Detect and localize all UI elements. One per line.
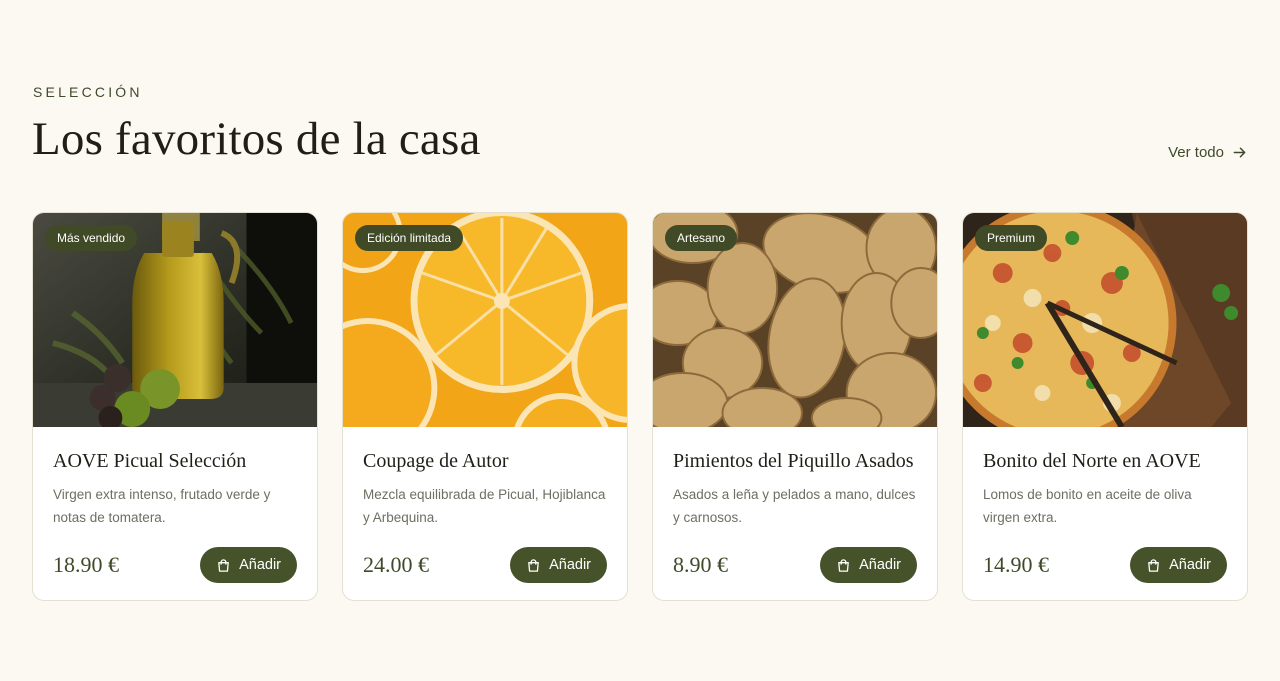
add-to-cart-label: Añadir [859, 557, 901, 573]
add-to-cart-label: Añadir [549, 557, 591, 573]
product-description: Lomos de bonito en aceite de oliva virge… [983, 487, 1192, 525]
product-card[interactable]: Premium Bonito del Norte en AOVE Lomos d… [962, 212, 1248, 601]
add-to-cart-button[interactable]: Añadir [1130, 547, 1227, 583]
featured-products-section: SELECCIÓN Los favoritos de la casa Ver t… [0, 0, 1280, 681]
product-price: 18.90 € [53, 552, 119, 577]
shopping-bag-icon [528, 558, 539, 572]
shopping-bag-icon [1148, 558, 1159, 572]
product-name[interactable]: Pimientos del Piquillo Asados [673, 449, 917, 473]
product-price: 8.90 € [673, 552, 728, 577]
product-description: Virgen extra intenso, frutado verde y no… [53, 487, 271, 525]
shopping-bag-icon [838, 558, 849, 572]
shopping-bag-icon [218, 558, 229, 572]
product-image-oranges[interactable]: Edición limitada [343, 213, 627, 427]
product-image-olive-oil[interactable]: Más vendido [33, 213, 317, 427]
product-price: 14.90 € [983, 552, 1049, 577]
add-to-cart-button[interactable]: Añadir [820, 547, 917, 583]
view-all-link[interactable]: Ver todo [1168, 144, 1247, 161]
section-title: Los favoritos de la casa [32, 113, 481, 165]
product-description: Asados a leña y pelados a mano, dulces y… [673, 487, 916, 525]
product-name[interactable]: Bonito del Norte en AOVE [983, 449, 1227, 473]
product-image-potatoes[interactable]: Artesano [653, 213, 937, 427]
product-card[interactable]: Artesano Pimientos del Piquillo Asados A… [652, 212, 938, 601]
product-price: 24.00 € [363, 552, 429, 577]
product-name[interactable]: Coupage de Autor [363, 449, 607, 473]
product-badge: Artesano [665, 225, 738, 251]
product-description: Mezcla equilibrada de Picual, Hojiblanca… [363, 487, 606, 525]
product-badge: Premium [975, 225, 1048, 251]
product-card[interactable]: Más vendido AOVE Picual Selección Virgen… [32, 212, 318, 601]
add-to-cart-label: Añadir [239, 557, 281, 573]
product-badge: Más vendido [45, 225, 138, 251]
add-to-cart-label: Añadir [1169, 557, 1211, 573]
product-badge: Edición limitada [355, 225, 464, 251]
product-grid: Más vendido AOVE Picual Selección Virgen… [32, 212, 1248, 601]
add-to-cart-button[interactable]: Añadir [200, 547, 297, 583]
add-to-cart-button[interactable]: Añadir [510, 547, 607, 583]
product-image-pizza[interactable]: Premium [963, 213, 1247, 427]
product-name[interactable]: AOVE Picual Selección [53, 449, 297, 473]
section-eyebrow: SELECCIÓN [33, 84, 143, 100]
arrow-right-icon [1233, 147, 1246, 158]
product-card[interactable]: Edición limitada Coupage de Autor Mezcla… [342, 212, 628, 601]
view-all-label: Ver todo [1168, 144, 1224, 161]
